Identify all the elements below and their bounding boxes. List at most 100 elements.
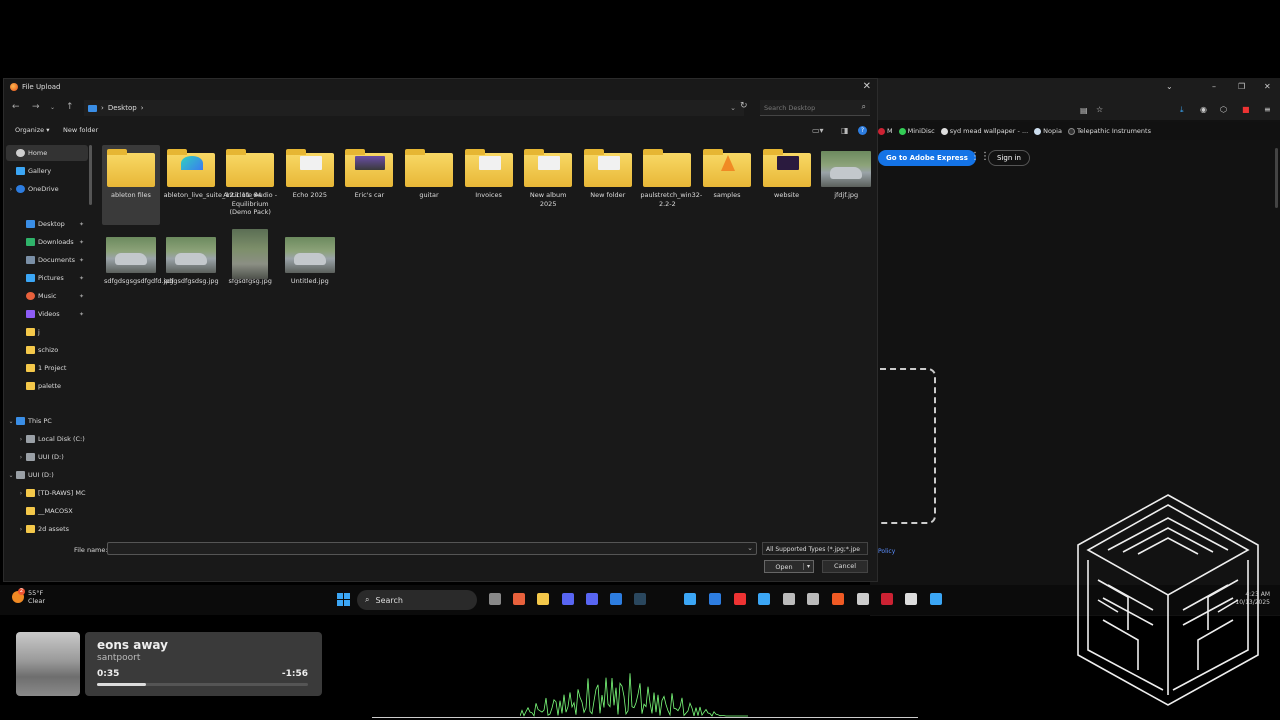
- nav-item-uui-d[interactable]: ⌄ UUI (D:): [6, 467, 88, 483]
- image-file-item[interactable]: sfgsdfgsg.jpg: [221, 229, 279, 301]
- app-icon[interactable]: [807, 593, 819, 605]
- refresh-icon[interactable]: ↻: [740, 101, 748, 111]
- folder-item[interactable]: Eric's car: [340, 145, 398, 225]
- folder-icon[interactable]: [537, 593, 549, 605]
- policy-link[interactable]: Policy: [878, 548, 895, 555]
- nav-item-td-raws-mc[interactable]: › [TD-RAWS] MC: [6, 485, 88, 501]
- help-icon[interactable]: ?: [858, 126, 867, 135]
- upload-drop-zone[interactable]: [880, 368, 936, 524]
- steam-icon[interactable]: [634, 593, 646, 605]
- folder-item[interactable]: samples: [698, 145, 756, 225]
- browser-scrollbar[interactable]: [1275, 148, 1278, 208]
- folder-item[interactable]: Anticlote Audio - Equilibrium (Demo Pack…: [221, 145, 279, 225]
- nav-item-uui-d[interactable]: › UUI (D:): [6, 449, 88, 465]
- forward-arrow-icon[interactable]: →: [32, 102, 40, 112]
- expand-chevron-icon[interactable]: ⌄: [6, 418, 16, 425]
- tab-list-chevron-icon[interactable]: ⌄: [1166, 82, 1173, 91]
- nav-item-palette[interactable]: palette: [6, 378, 88, 394]
- nav-item-local-disk-c[interactable]: › Local Disk (C:): [6, 431, 88, 447]
- nav-item-pictures[interactable]: Pictures ✦: [6, 270, 88, 286]
- organize-button[interactable]: Organize ▾: [15, 126, 49, 134]
- folder-item[interactable]: New album 2025: [519, 145, 577, 225]
- pin-icon[interactable]: ✦: [79, 293, 84, 300]
- app-icon[interactable]: [684, 593, 696, 605]
- nav-item-schizo[interactable]: schizo: [6, 342, 88, 358]
- pin-icon[interactable]: ✦: [79, 239, 84, 246]
- discord-icon[interactable]: [586, 593, 598, 605]
- folder-item[interactable]: New folder: [579, 145, 637, 225]
- chevron-down-icon[interactable]: ⌄: [747, 544, 753, 552]
- app-icon[interactable]: [562, 593, 574, 605]
- search-input[interactable]: Search Desktop ⌕: [760, 100, 870, 116]
- app-icon[interactable]: [709, 593, 721, 605]
- up-arrow-icon[interactable]: ↑: [66, 102, 74, 112]
- app-icon[interactable]: [905, 593, 917, 605]
- minimize-icon[interactable]: –: [1212, 82, 1216, 91]
- close-icon[interactable]: ✕: [863, 81, 871, 92]
- taskbar-search[interactable]: ⌕ Search: [357, 590, 477, 610]
- nav-item-j[interactable]: j: [6, 324, 88, 340]
- preview-pane-icon[interactable]: ◨: [841, 126, 849, 135]
- expand-chevron-icon[interactable]: ›: [16, 454, 26, 461]
- image-file-item[interactable]: sdfgdsgsgsdfgdfd.jpg: [102, 231, 174, 301]
- view-options-icon[interactable]: ▭▾: [812, 126, 824, 135]
- bookmark-syd-mead[interactable]: syd mead wallpaper - ...: [940, 127, 1028, 135]
- nav-item-onedrive[interactable]: › OneDrive: [6, 181, 88, 197]
- expand-chevron-icon[interactable]: ›: [16, 436, 26, 443]
- expand-chevron-icon[interactable]: ›: [16, 526, 26, 533]
- apps-grid-icon[interactable]: ⋮⋮: [970, 152, 990, 162]
- nav-item-macosx[interactable]: __MACOSX: [6, 503, 88, 519]
- app-icon[interactable]: [881, 593, 893, 605]
- pin-icon[interactable]: ✦: [79, 311, 84, 318]
- bookmark-m[interactable]: M: [878, 127, 893, 135]
- app-icon[interactable]: [610, 593, 622, 605]
- address-bar[interactable]: › Desktop › ⌄: [84, 100, 744, 116]
- puzzle-icon[interactable]: ⬡: [1220, 105, 1227, 114]
- bookmark-star-icon[interactable]: ☆: [1096, 105, 1103, 114]
- pin-icon[interactable]: ✦: [79, 221, 84, 228]
- expand-chevron-icon[interactable]: ›: [6, 186, 16, 193]
- pin-icon[interactable]: ✦: [79, 257, 84, 264]
- folder-item[interactable]: ableton_live_suite_12.1.11_64: [162, 145, 262, 225]
- folder-item[interactable]: guitar: [400, 145, 458, 225]
- nav-item-music[interactable]: Music ✦: [6, 288, 88, 304]
- image-file-item[interactable]: Untitled.jpg: [281, 231, 339, 301]
- folder-item[interactable]: ableton files: [102, 145, 160, 225]
- file-name-input[interactable]: ⌄: [107, 542, 757, 555]
- file-explorer-icon[interactable]: [489, 593, 501, 605]
- nav-item-documents[interactable]: Documents ✦: [6, 252, 88, 268]
- nav-item-2d-assets[interactable]: › 2d assets: [6, 521, 88, 533]
- file-type-select[interactable]: All Supported Types (*.jpg;*.jpe: [762, 542, 868, 555]
- app-icon[interactable]: [783, 593, 795, 605]
- nav-item-gallery[interactable]: Gallery: [6, 163, 88, 179]
- restore-icon[interactable]: ❐: [1238, 82, 1245, 91]
- brave-icon[interactable]: [832, 593, 844, 605]
- nav-item-this-pc[interactable]: ⌄ This PC: [6, 413, 88, 429]
- firefox-icon[interactable]: [513, 593, 525, 605]
- adobe-express-button[interactable]: Go to Adobe Express: [878, 150, 976, 166]
- bookmark-telepathic[interactable]: Telepathic Instruments: [1067, 127, 1151, 135]
- pin-icon[interactable]: ✦: [79, 275, 84, 282]
- breadcrumb[interactable]: Desktop: [108, 104, 137, 112]
- folder-item[interactable]: Invoices: [460, 145, 518, 225]
- chrome-icon[interactable]: [734, 593, 746, 605]
- bookmark-nopia[interactable]: Nopia: [1034, 127, 1062, 135]
- menu-icon[interactable]: ≡: [1264, 105, 1271, 114]
- app-icon[interactable]: [930, 593, 942, 605]
- folder-item[interactable]: Echo 2025: [281, 145, 339, 225]
- navigation-scrollbar[interactable]: [89, 145, 92, 205]
- image-file-item[interactable]: sdfgsdfgsdsg.jpg: [162, 231, 220, 301]
- recent-chevron-icon[interactable]: ⌄: [50, 104, 55, 111]
- nav-item-videos[interactable]: Videos ✦: [6, 306, 88, 322]
- open-button[interactable]: Open ▾: [764, 560, 814, 573]
- chevron-down-icon[interactable]: ▾: [803, 563, 813, 570]
- reader-view-icon[interactable]: ▤: [1080, 106, 1088, 115]
- download-icon[interactable]: ⤓: [1180, 105, 1184, 115]
- weather-widget[interactable]: 2 55°F Clear: [12, 588, 45, 605]
- addon-icon[interactable]: ■: [1242, 105, 1250, 114]
- back-arrow-icon[interactable]: ←: [12, 102, 20, 112]
- app-icon[interactable]: [758, 593, 770, 605]
- address-history-chevron-icon[interactable]: ⌄: [730, 104, 736, 112]
- image-file-item[interactable]: jfdjf.jpg: [817, 145, 875, 225]
- bookmark-minidisc[interactable]: MiniDisc: [898, 127, 935, 135]
